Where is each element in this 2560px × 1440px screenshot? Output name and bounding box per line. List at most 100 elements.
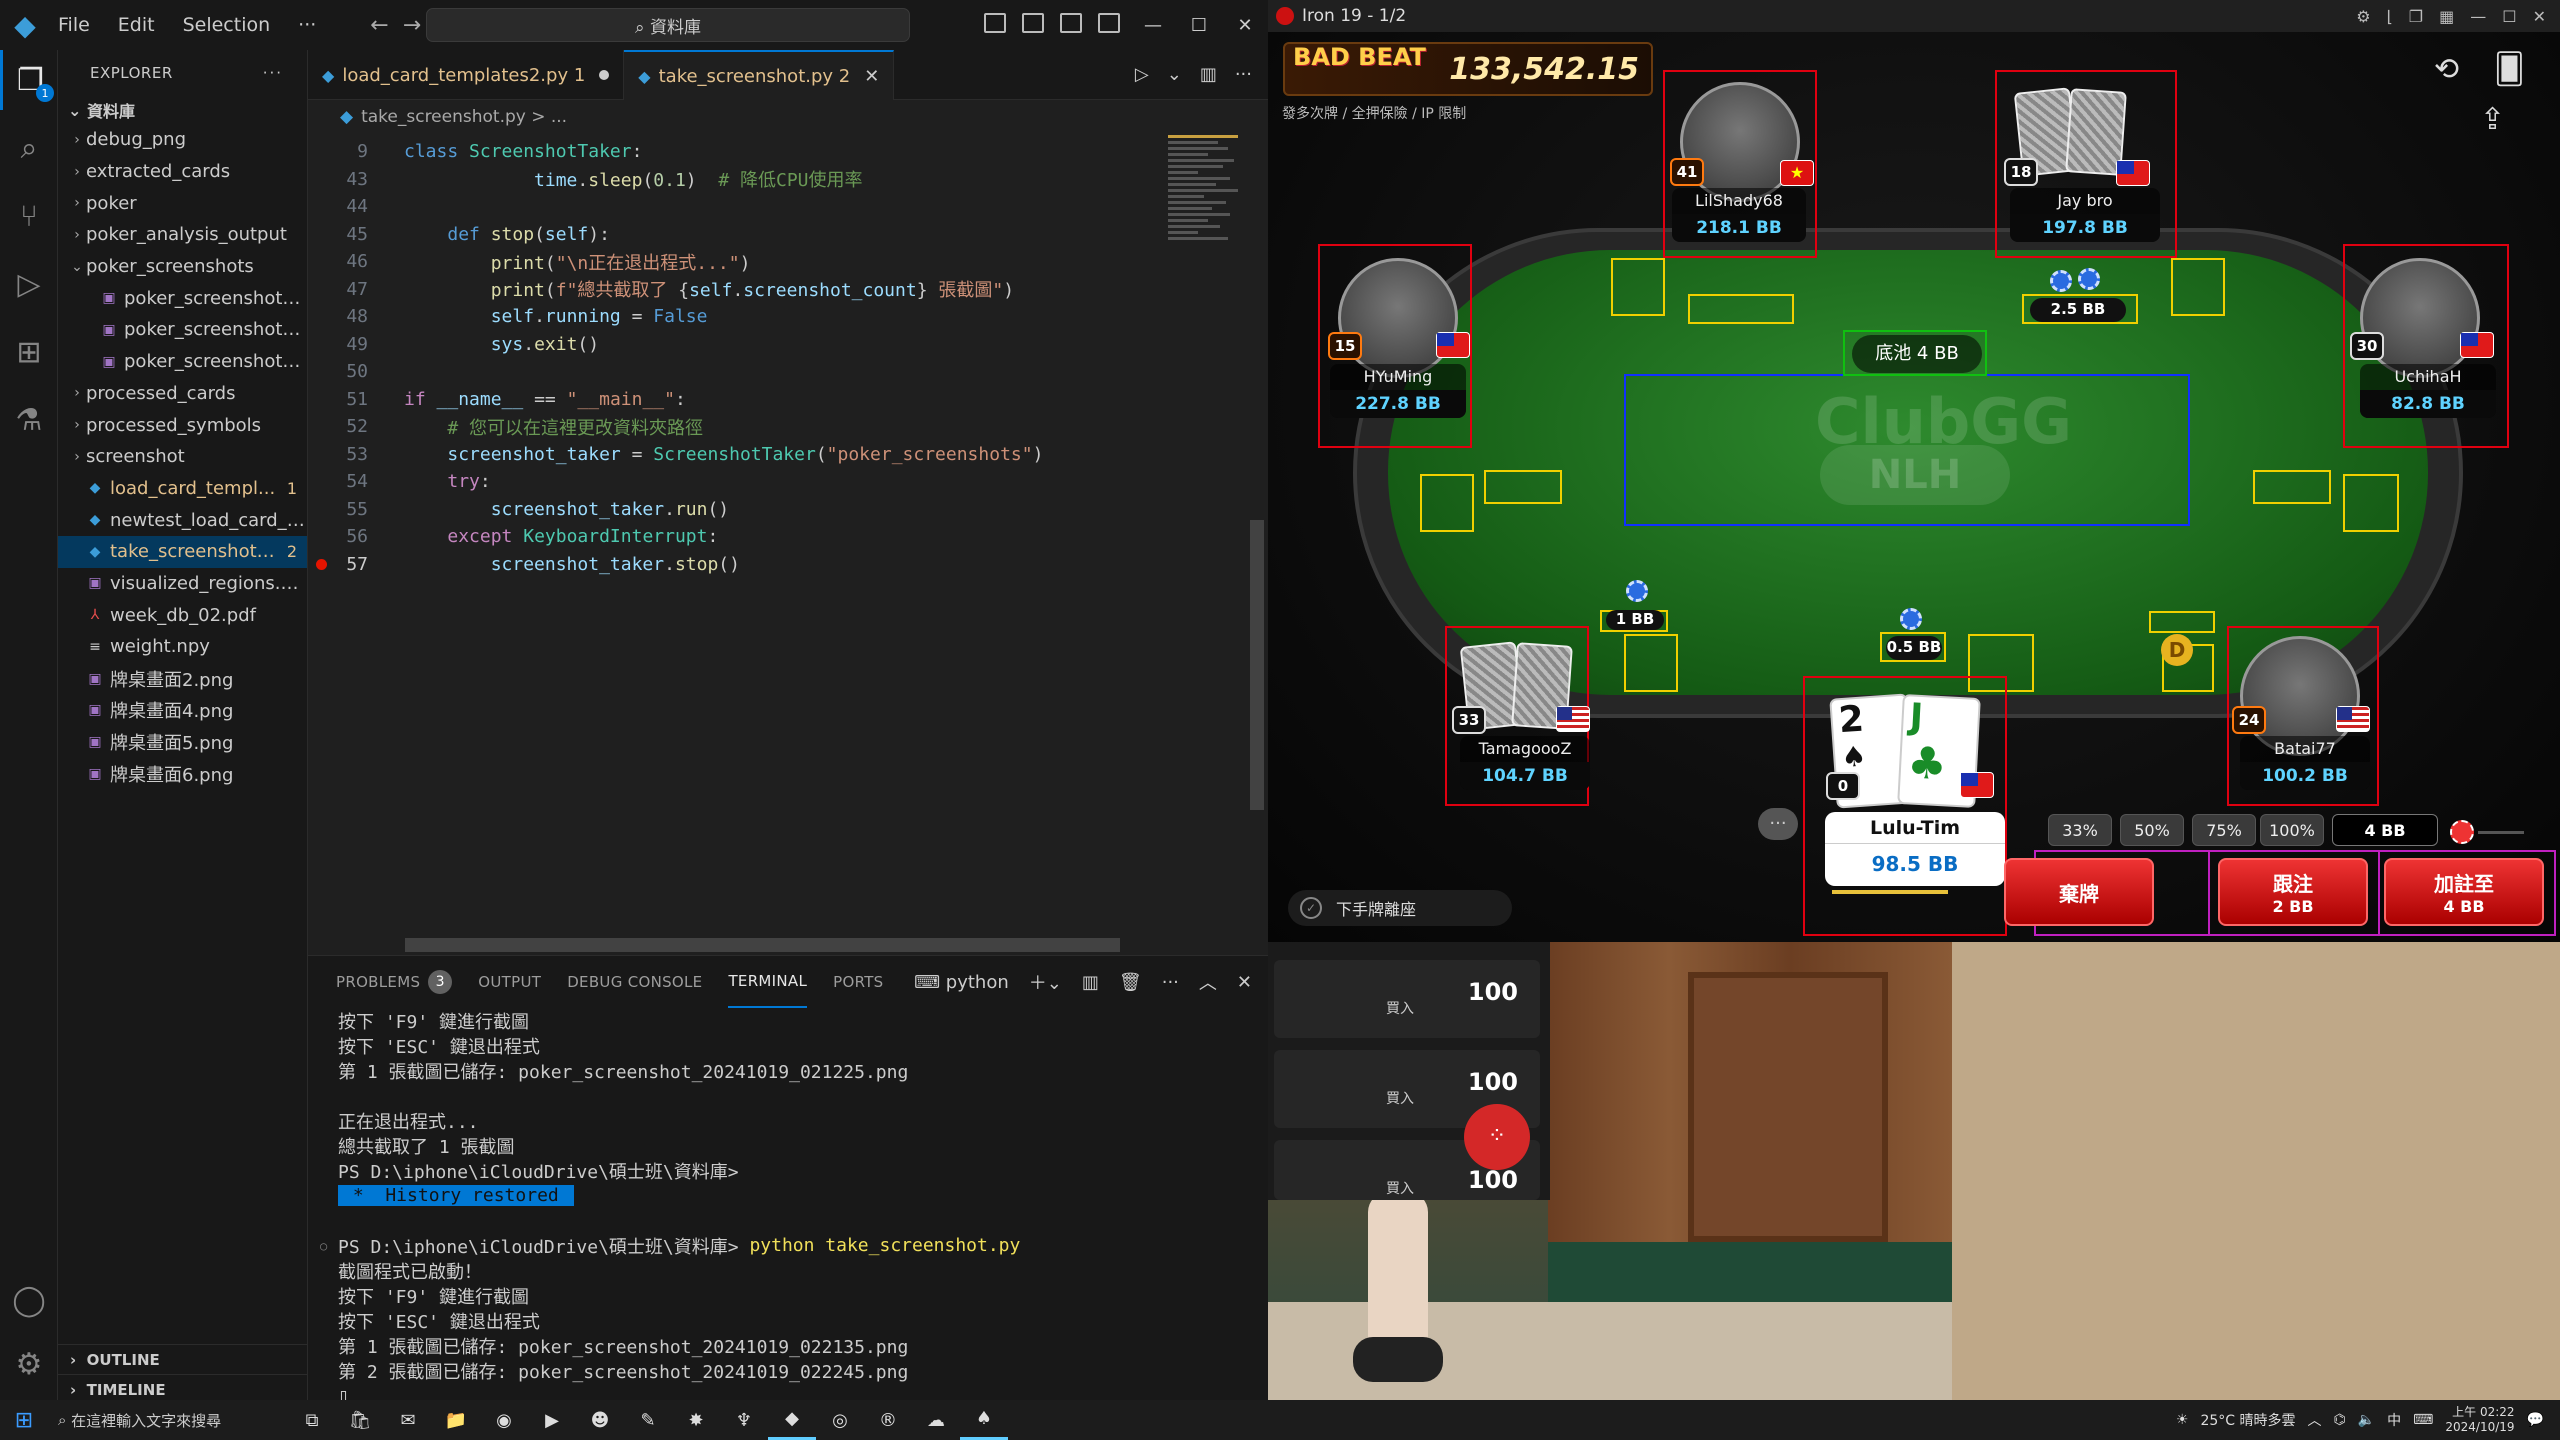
player-name-plate[interactable]: Jay bro 197.8 BB (2010, 188, 2160, 242)
network-icon[interactable]: ⌬ (2334, 1412, 2346, 1428)
checkbox-icon[interactable]: ✓ (1300, 897, 1322, 919)
pin-icon[interactable]: ⌊ (2387, 7, 2393, 26)
panel-more-icon[interactable]: ··· (1162, 972, 1179, 993)
tree-file[interactable]: ◆ newtest_load_card_te... (58, 504, 307, 536)
code-line[interactable]: 43 time.sleep(0.1) # 降低CPU使用率 (308, 166, 1164, 194)
clock[interactable]: 上午 02:22 2024/10/19 (2445, 1405, 2514, 1435)
sit-out-next-hand-toggle[interactable]: ✓ 下手牌離座 (1288, 890, 1512, 926)
vscode-taskbar-icon[interactable]: ◆ (768, 1400, 816, 1440)
explorer-more-icon[interactable]: ··· (263, 64, 283, 82)
leave-seat-icon[interactable]: ⇪ (2480, 102, 2505, 137)
tab-load-card-templates2[interactable]: ◆ load_card_templates2.py 1 (308, 50, 625, 100)
tree-folder[interactable]: › poker (58, 187, 307, 219)
menu-file[interactable]: File (44, 14, 104, 36)
onedrive-icon[interactable]: ☁ (912, 1400, 960, 1440)
card-menu-icon[interactable]: 🂠 (2494, 52, 2525, 87)
split-editor-icon[interactable]: ▥ (1200, 64, 1217, 85)
raise-button[interactable]: 加註至 4 BB (2384, 858, 2544, 926)
code-line[interactable]: 46 print("\n正在退出程式...") (308, 248, 1164, 276)
code-line[interactable]: 49 sys.exit() (308, 331, 1164, 359)
code-line[interactable]: 50 (308, 358, 1164, 386)
bet-amount-input[interactable]: 4 BB (2332, 814, 2438, 846)
rebuy-icon[interactable]: ⟲ (2434, 52, 2459, 87)
code-line[interactable]: 51 if __name__ == "__main__": (308, 386, 1164, 414)
code-line[interactable]: 48 self.running = False (308, 303, 1164, 331)
taskbar-search[interactable]: ⌕ 在這裡輸入文字來搜尋 (48, 1400, 288, 1440)
extensions-icon[interactable]: ⊞ (0, 322, 58, 382)
notes-icon[interactable]: ✎ (624, 1400, 672, 1440)
lobby-row[interactable]: 買入 100 (1274, 960, 1540, 1038)
tile-icon[interactable]: ▦ (2439, 7, 2454, 26)
split-terminal-icon[interactable]: ▥ (1082, 972, 1099, 993)
teams-icon[interactable]: ☻ (576, 1400, 624, 1440)
player-name-plate[interactable]: HYuMing 227.8 BB (1330, 364, 1466, 418)
close-icon[interactable]: ✕ (2533, 7, 2546, 26)
breakpoint-icon[interactable] (316, 558, 327, 570)
bet-slider-track[interactable] (2478, 831, 2524, 834)
tree-file[interactable]: ▣ poker_screenshot_2... (58, 282, 307, 314)
player-name-plate[interactable]: Batai77 100.2 BB (2240, 736, 2370, 790)
tab-output[interactable]: OUTPUT (478, 956, 541, 1008)
explorer-icon[interactable]: ❐ 1 (0, 50, 58, 110)
tab-debug-console[interactable]: DEBUG CONSOLE (567, 956, 702, 1008)
run-python-file-icon[interactable]: ▷ (1135, 64, 1149, 85)
code-line[interactable]: 53 screenshot_taker = ScreenshotTaker("p… (308, 441, 1164, 469)
tree-file[interactable]: ◆ take_screenshot.... 2 (58, 535, 307, 568)
windows-start-icon[interactable]: ⊞ (0, 1408, 48, 1433)
preset-50-button[interactable]: 50% (2120, 814, 2184, 846)
player-avatar[interactable] (2360, 258, 2480, 378)
tree-file[interactable]: ≡ weight.npy (58, 631, 307, 663)
source-control-icon[interactable]: ⑂ (0, 186, 58, 246)
search-icon[interactable]: ⌕ (0, 118, 58, 178)
tab-problems[interactable]: PROBLEMS 3 (336, 956, 453, 1008)
tree-file[interactable]: ▣ 牌桌畫面2.png (58, 663, 307, 695)
settings-gear-icon[interactable]: ⚙ (0, 1334, 58, 1394)
outline-section[interactable]: › OUTLINE (58, 1344, 308, 1374)
run-dropdown-icon[interactable]: ⌄ (1167, 64, 1182, 85)
code-line[interactable]: 44 (308, 193, 1164, 221)
menu-more[interactable]: ··· (284, 14, 330, 36)
tab-close-icon[interactable]: ✕ (864, 66, 879, 87)
store-icon[interactable]: 🛍 (336, 1400, 384, 1440)
minimize-icon[interactable]: — (1130, 0, 1176, 50)
clubgg-taskbar-icon[interactable]: ♠ (960, 1400, 1008, 1440)
tree-folder[interactable]: › poker_analysis_output (58, 219, 307, 251)
outlook-icon[interactable]: ✉ (384, 1400, 432, 1440)
tree-file[interactable]: ◆ load_card_templ... 1 (58, 473, 307, 505)
restore-icon[interactable]: ❐ (2409, 7, 2423, 26)
toggle-panel-icon[interactable] (1022, 13, 1044, 33)
editor-more-icon[interactable]: ··· (1235, 64, 1252, 85)
tree-folder[interactable]: › debug_png (58, 124, 307, 156)
editor-horizontal-scrollbar[interactable] (405, 938, 1120, 952)
file-explorer-icon[interactable]: 📁 (432, 1400, 480, 1440)
player-avatar[interactable] (1338, 258, 1458, 378)
code-line[interactable]: 54 try: (308, 468, 1164, 496)
minimize-icon[interactable]: — (2470, 7, 2486, 26)
bad-beat-jackpot-banner[interactable]: BAD BEAT 133,542.15 (1283, 42, 1653, 96)
tree-file[interactable]: ▣ 牌桌畫面6.png (58, 758, 307, 790)
unsaved-dot-icon[interactable] (599, 70, 610, 80)
workspace-root[interactable]: ⌄ 資料庫 (58, 96, 307, 124)
tree-folder[interactable]: › processed_cards (58, 378, 307, 410)
preset-100-button[interactable]: 100% (2260, 814, 2324, 846)
tab-ports[interactable]: PORTS (833, 956, 883, 1008)
task-view-icon[interactable]: ⧉ (288, 1400, 336, 1440)
call-button[interactable]: 跟注 2 BB (2218, 858, 2368, 926)
code-line[interactable]: 55 screenshot_taker.run() (308, 496, 1164, 524)
command-decoration-icon[interactable]: ○ (320, 1239, 327, 1253)
menu-edit[interactable]: Edit (104, 14, 169, 36)
ime-mode-icon[interactable]: ⌨ (2413, 1412, 2433, 1428)
maximize-icon[interactable]: ☐ (1176, 0, 1222, 50)
maximize-icon[interactable]: ☐ (2502, 7, 2516, 26)
code-line[interactable]: 56 except KeyboardInterrupt: (308, 523, 1164, 551)
tab-take-screenshot[interactable]: ◆ take_screenshot.py 2 ✕ (624, 50, 895, 100)
terminal-profile[interactable]: ⌨ python (914, 972, 1009, 993)
customize-layout-icon[interactable] (1098, 13, 1120, 33)
testing-icon[interactable]: ⚗ (0, 390, 58, 450)
preset-75-button[interactable]: 75% (2192, 814, 2256, 846)
volume-icon[interactable]: 🔈 (2358, 1412, 2375, 1428)
edge-icon[interactable]: ◉ (480, 1400, 528, 1440)
tray-chevron-icon[interactable]: ︿ (2308, 1410, 2322, 1430)
kill-terminal-trash-icon[interactable]: 🗑 (1119, 972, 1142, 993)
maximize-panel-icon[interactable]: ︿ (1199, 969, 1217, 995)
